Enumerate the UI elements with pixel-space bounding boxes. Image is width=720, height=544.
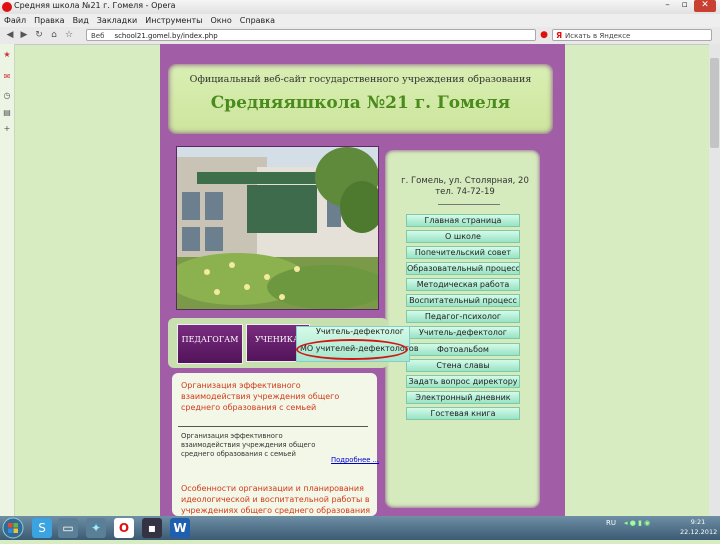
add-panel-icon[interactable]: + bbox=[2, 124, 12, 134]
read-more-link[interactable]: Подробнее ... bbox=[331, 456, 379, 464]
site-title: Средняяшкола №21 г. Гомеля bbox=[210, 93, 511, 113]
window-title: Средняя школа №21 г. Гомеля - Opera bbox=[14, 1, 176, 10]
history-panel-icon[interactable]: ◷ bbox=[2, 91, 12, 101]
menu-bookmarks[interactable]: Закладки bbox=[97, 14, 137, 27]
nav-home[interactable]: Главная страница bbox=[406, 214, 520, 227]
tab-teachers[interactable]: ПЕДАГОГАМ bbox=[177, 324, 243, 364]
windows-icon bbox=[2, 517, 24, 539]
minimize-icon[interactable]: – bbox=[660, 0, 675, 12]
nav-upbringing[interactable]: Воспитательный процесс bbox=[406, 294, 520, 307]
address-tag: Веб bbox=[91, 32, 105, 40]
nav-psychologist[interactable]: Педагог-психолог bbox=[406, 310, 520, 323]
nav-guestbook[interactable]: Гостевая книга bbox=[406, 407, 520, 420]
clock-date: 22.12.2012 bbox=[680, 528, 718, 536]
notes-panel-icon[interactable]: ▤ bbox=[2, 108, 12, 118]
forward-icon[interactable]: ▶ bbox=[18, 30, 30, 41]
address-street: г. Гомель, ул. Столярная, 20 bbox=[401, 176, 529, 186]
nav-ask-director[interactable]: Задать вопрос директору bbox=[406, 375, 520, 388]
mail-panel-icon[interactable]: ✉ bbox=[2, 72, 12, 82]
search-input[interactable]: Я Искать в Яндексе bbox=[552, 29, 712, 41]
skype-icon[interactable]: S bbox=[32, 518, 52, 538]
yandex-bar-icon[interactable]: ● bbox=[538, 30, 550, 41]
submenu-defectologist[interactable]: Учитель-дефектолог bbox=[300, 327, 424, 336]
menu-edit[interactable]: Правка bbox=[34, 14, 64, 27]
address-url: school21.gomel.by/index.php bbox=[114, 32, 218, 40]
site-subtitle: Официальный веб-сайт государственного уч… bbox=[189, 74, 532, 85]
opera-taskbar-icon[interactable]: O bbox=[114, 518, 134, 538]
clock-time: 9:21 bbox=[690, 518, 706, 526]
monitor-icon[interactable]: ▭ bbox=[58, 518, 78, 538]
school-photo bbox=[176, 146, 379, 310]
article-summary: Организация эффективного взаимодействия … bbox=[181, 432, 316, 458]
menu-file[interactable]: Файл bbox=[4, 14, 26, 27]
nav-glory[interactable]: Стена славы bbox=[406, 359, 520, 372]
article-title[interactable]: Организация эффективного взаимодействия … bbox=[181, 380, 371, 413]
start-button[interactable] bbox=[2, 516, 24, 540]
address-bar[interactable]: Веб school21.gomel.by/index.php bbox=[86, 29, 536, 41]
scroll-thumb[interactable] bbox=[710, 58, 719, 148]
nav-board[interactable]: Попечительский совет bbox=[406, 246, 520, 259]
nav-diary[interactable]: Электронный дневник bbox=[406, 391, 520, 404]
menu-help[interactable]: Справка bbox=[240, 14, 275, 27]
home-icon[interactable]: ⌂ bbox=[48, 30, 60, 41]
maximize-icon[interactable]: ▫ bbox=[677, 0, 692, 12]
butterfly-icon[interactable]: ✦ bbox=[86, 518, 106, 538]
opera-icon bbox=[2, 2, 12, 12]
tray-icons[interactable]: ◂ ● ▮ ◉ bbox=[624, 519, 650, 527]
back-icon[interactable]: ◀ bbox=[4, 30, 16, 41]
search-placeholder: Искать в Яндексе bbox=[565, 32, 631, 40]
school-photo-svg bbox=[177, 147, 378, 309]
language-indicator[interactable]: RU bbox=[606, 519, 616, 527]
nav-methods[interactable]: Методическая работа bbox=[406, 278, 520, 291]
reload-icon[interactable]: ↻ bbox=[33, 30, 45, 41]
menu-tools[interactable]: Инструменты bbox=[145, 14, 202, 27]
clock[interactable]: 9:21 22.12.2012 bbox=[680, 517, 718, 537]
word-icon[interactable]: W bbox=[170, 518, 190, 538]
menu-view[interactable]: Вид bbox=[73, 14, 89, 27]
highlight-circle bbox=[296, 339, 408, 360]
school-address: г. Гомель, ул. Столярная, 20 тел. 74-72-… bbox=[400, 176, 530, 198]
save-icon[interactable]: ▪ bbox=[142, 518, 162, 538]
nav-photos[interactable]: Фотоальбом bbox=[406, 343, 520, 356]
window-controls: – ▫ ✕ bbox=[660, 0, 716, 13]
address-phone: тел. 74-72-19 bbox=[435, 187, 495, 197]
address-divider bbox=[438, 204, 500, 205]
nav-about[interactable]: О школе bbox=[406, 230, 520, 243]
article-divider bbox=[178, 426, 368, 427]
bookmarks-panel-icon[interactable]: ★ bbox=[2, 50, 12, 60]
menu-window[interactable]: Окно bbox=[210, 14, 231, 27]
nav-education[interactable]: Образовательный процесс bbox=[406, 262, 520, 275]
close-icon[interactable]: ✕ bbox=[694, 0, 716, 12]
menu-bar: Файл Правка Вид Закладки Инструменты Окн… bbox=[0, 14, 720, 27]
bookmark-icon[interactable]: ☆ bbox=[63, 30, 75, 41]
yandex-icon: Я bbox=[556, 31, 563, 40]
